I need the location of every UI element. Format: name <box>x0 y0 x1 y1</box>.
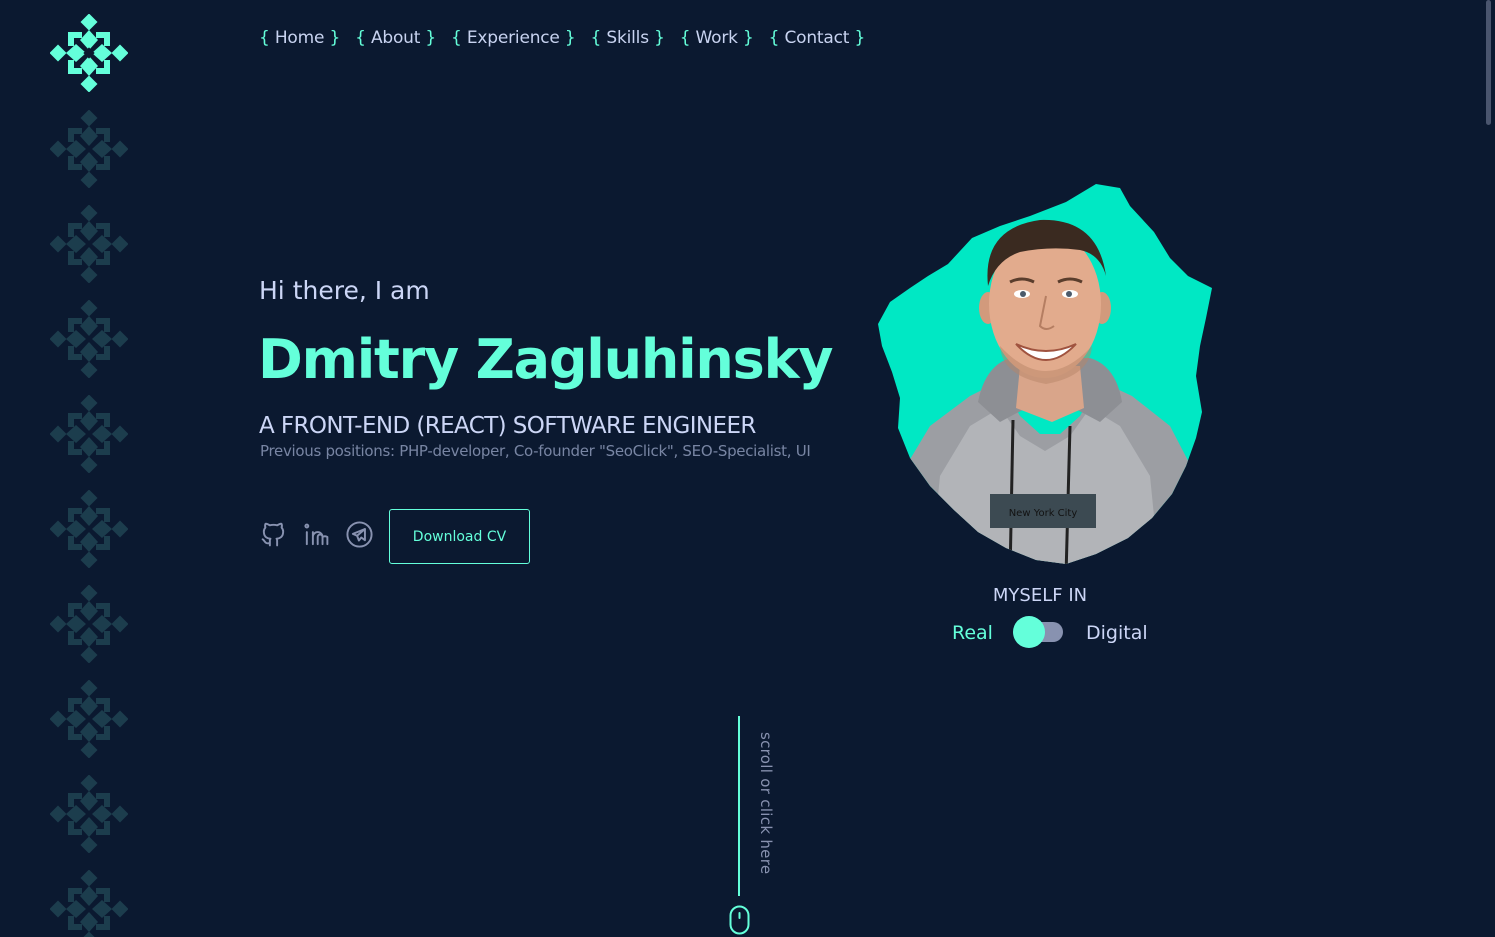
shirt-print-text: New York City <box>1009 508 1078 519</box>
nav-work[interactable]: { Work } <box>680 28 754 48</box>
page: { Home } { About } { Experience } { Skil… <box>0 0 1495 937</box>
page-scrollbar[interactable] <box>1481 0 1495 937</box>
snowflake-icon <box>50 300 128 378</box>
profile-photo: New York City <box>870 176 1220 576</box>
github-icon[interactable] <box>259 520 288 549</box>
nav-bracket: } <box>425 28 437 48</box>
linkedin-icon[interactable] <box>302 520 331 549</box>
mouse-icon[interactable] <box>729 905 750 935</box>
nav-bracket: { <box>590 28 602 48</box>
real-digital-toggle[interactable] <box>1013 616 1063 648</box>
nav-about-label: About <box>370 28 421 48</box>
toggle-title: MYSELF IN <box>992 585 1088 606</box>
main-nav: { Home } { About } { Experience } { Skil… <box>259 28 865 48</box>
toggle-knob[interactable] <box>1013 616 1045 648</box>
nav-skills[interactable]: { Skills } <box>591 28 665 48</box>
nav-bracket: } <box>329 28 341 48</box>
nav-bracket: } <box>854 28 866 48</box>
snowflake-icon <box>50 205 128 283</box>
scroll-line <box>738 716 740 896</box>
hero-greeting: Hi there, I am <box>259 276 430 305</box>
nav-home[interactable]: { Home } <box>259 28 340 48</box>
hero-previous-positions: Previous positions: PHP-developer, Co-fo… <box>260 442 811 460</box>
snowflake-icon <box>50 395 128 473</box>
scroll-hint-link[interactable]: scroll or click here <box>757 732 775 874</box>
logo-snowflake-icon[interactable] <box>50 14 128 92</box>
nav-contact-label: Contact <box>784 28 850 48</box>
nav-bracket: { <box>451 28 462 48</box>
nav-home-label: Home <box>274 28 325 48</box>
hero-role: A FRONT-END (REACT) SOFTWARE ENGINEER <box>259 413 756 439</box>
hero-name: Dmitry Zagluhinsky <box>258 328 834 391</box>
snowflake-icon <box>50 775 128 853</box>
nav-skills-label: Skills <box>606 28 649 48</box>
scrollbar-thumb[interactable] <box>1486 0 1491 125</box>
nav-bracket: { <box>259 28 270 48</box>
nav-bracket: } <box>743 28 754 48</box>
snowflake-icon <box>50 585 128 663</box>
toggle-digital-label[interactable]: Digital <box>1086 622 1148 644</box>
nav-contact[interactable]: { Contact } <box>768 28 866 48</box>
nav-bracket: { <box>768 28 780 48</box>
snowflake-icon <box>50 870 128 937</box>
social-links <box>259 520 374 549</box>
snowflake-icon <box>50 110 128 188</box>
toggle-real-label[interactable]: Real <box>952 622 993 644</box>
snowflake-icon <box>50 490 128 568</box>
nav-bracket: { <box>355 28 366 48</box>
nav-bracket: { <box>679 28 691 48</box>
nav-work-label: Work <box>695 28 738 48</box>
nav-bracket: } <box>564 28 576 48</box>
nav-bracket: } <box>654 28 665 48</box>
telegram-icon[interactable] <box>345 520 374 549</box>
snowflake-icon <box>50 680 128 758</box>
nav-experience[interactable]: { Experience } <box>451 28 576 48</box>
nav-about[interactable]: { About } <box>355 28 436 48</box>
download-cv-button[interactable]: Download CV <box>389 509 530 564</box>
nav-experience-label: Experience <box>466 28 560 48</box>
